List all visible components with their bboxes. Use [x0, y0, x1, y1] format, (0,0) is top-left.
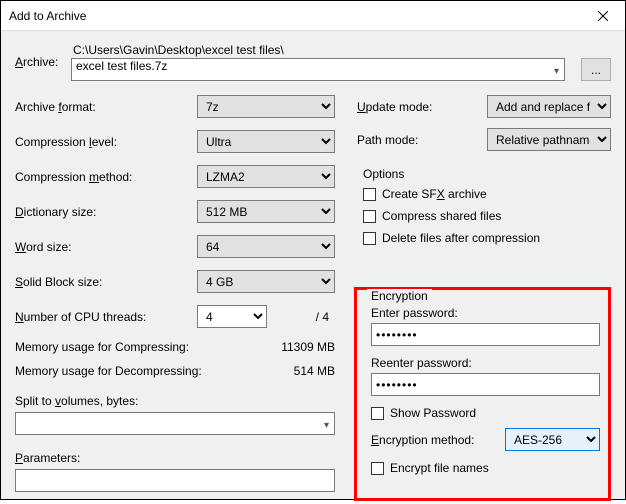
update-mode-row: Update mode: Add and replace files — [357, 95, 611, 118]
enter-password-label: Enter password: — [371, 306, 600, 320]
archive-format-select[interactable]: 7z — [197, 95, 335, 118]
path-mode-label: Path mode: — [357, 133, 487, 147]
browse-button[interactable]: ... — [581, 58, 611, 81]
delete-after-row[interactable]: Delete files after compression — [363, 231, 611, 245]
encryption-method-label: Encryption method: — [371, 433, 505, 447]
compress-shared-checkbox[interactable] — [363, 210, 376, 223]
create-sfx-checkbox[interactable] — [363, 188, 376, 201]
memory-decompress-row: Memory usage for Decompressing: 514 MB — [15, 364, 335, 378]
word-size-label: Word size: — [15, 240, 197, 254]
cpu-threads-select[interactable]: 4 — [197, 305, 267, 328]
cpu-threads-total: / 4 — [267, 310, 335, 324]
compression-method-label: Compression method: — [15, 170, 197, 184]
delete-after-checkbox[interactable] — [363, 232, 376, 245]
create-sfx-row[interactable]: Create SFX archive — [363, 187, 611, 201]
memory-compress-label: Memory usage for Compressing: — [15, 340, 189, 354]
update-mode-select[interactable]: Add and replace files — [487, 95, 611, 118]
close-icon — [598, 11, 608, 21]
cpu-threads-label: Number of CPU threads: — [15, 310, 197, 324]
compression-level-select[interactable]: Ultra — [197, 130, 335, 153]
solid-block-size-label: Solid Block size: — [15, 275, 197, 289]
update-mode-label: Update mode: — [357, 100, 487, 114]
compression-method-row: Compression method: LZMA2 — [15, 165, 335, 188]
chevron-down-icon — [554, 63, 559, 77]
archive-filename: excel test files.7z — [76, 59, 167, 73]
parameters-input[interactable] — [15, 469, 335, 492]
archive-filename-combo[interactable]: excel test files.7z — [71, 58, 565, 81]
split-volumes-combo[interactable] — [15, 412, 335, 435]
dictionary-size-select[interactable]: 512 MB — [197, 200, 335, 223]
word-size-select[interactable]: 64 — [197, 235, 335, 258]
archive-label: Archive: — [15, 55, 71, 69]
enter-password-input[interactable]: •••••••• — [371, 323, 600, 346]
memory-decompress-label: Memory usage for Decompressing: — [15, 364, 202, 378]
archive-format-label: Archive format: — [15, 100, 197, 114]
delete-after-label: Delete files after compression — [382, 231, 540, 245]
path-mode-select[interactable]: Relative pathnames — [487, 128, 611, 151]
archive-row: Archive: C:\Users\Gavin\Desktop\excel te… — [15, 43, 611, 81]
solid-block-size-select[interactable]: 4 GB — [197, 270, 335, 293]
encryption-method-row: Encryption method: AES-256 — [371, 428, 600, 451]
reenter-password-input[interactable]: •••••••• — [371, 373, 600, 396]
create-sfx-label: Create SFX archive — [382, 187, 487, 201]
dialog-body: Archive: C:\Users\Gavin\Desktop\excel te… — [1, 31, 625, 504]
titlebar: Add to Archive — [1, 1, 625, 31]
solid-block-size-row: Solid Block size: 4 GB — [15, 270, 335, 293]
memory-compress-row: Memory usage for Compressing: 11309 MB — [15, 340, 335, 354]
close-button[interactable] — [580, 1, 625, 31]
compression-method-select[interactable]: LZMA2 — [197, 165, 335, 188]
compression-level-row: Compression level: Ultra — [15, 130, 335, 153]
encryption-group: Encryption Enter password: •••••••• Reen… — [354, 287, 611, 501]
encryption-method-select[interactable]: AES-256 — [505, 428, 600, 451]
compress-shared-label: Compress shared files — [382, 209, 501, 223]
add-to-archive-window: Add to Archive Archive: C:\Users\Gavin\D… — [0, 0, 626, 500]
path-mode-row: Path mode: Relative pathnames — [357, 128, 611, 151]
show-password-row[interactable]: Show Password — [371, 406, 600, 420]
dictionary-size-row: Dictionary size: 512 MB — [15, 200, 335, 223]
encryption-title: Encryption — [367, 289, 432, 303]
word-size-row: Word size: 64 — [15, 235, 335, 258]
show-password-checkbox[interactable] — [371, 407, 384, 420]
show-password-label: Show Password — [390, 406, 476, 420]
encrypt-filenames-row[interactable]: Encrypt file names — [371, 461, 600, 475]
encrypt-filenames-checkbox[interactable] — [371, 462, 384, 475]
memory-decompress-value: 514 MB — [294, 364, 335, 378]
cpu-threads-row: Number of CPU threads: 4 / 4 — [15, 305, 335, 328]
options-label: Options — [363, 167, 611, 181]
reenter-password-label: Reenter password: — [371, 356, 600, 370]
chevron-down-icon — [324, 417, 329, 431]
encrypt-filenames-label: Encrypt file names — [390, 461, 489, 475]
compress-shared-row[interactable]: Compress shared files — [363, 209, 611, 223]
dictionary-size-label: Dictionary size: — [15, 205, 197, 219]
parameters-label: Parameters: — [15, 451, 335, 465]
window-title: Add to Archive — [9, 9, 86, 23]
archive-path: C:\Users\Gavin\Desktop\excel test files\ — [71, 43, 611, 57]
split-volumes-label: Split to volumes, bytes: — [15, 394, 335, 408]
compression-level-label: Compression level: — [15, 135, 197, 149]
archive-format-row: Archive format: 7z — [15, 95, 335, 118]
memory-compress-value: 11309 MB — [281, 340, 335, 354]
